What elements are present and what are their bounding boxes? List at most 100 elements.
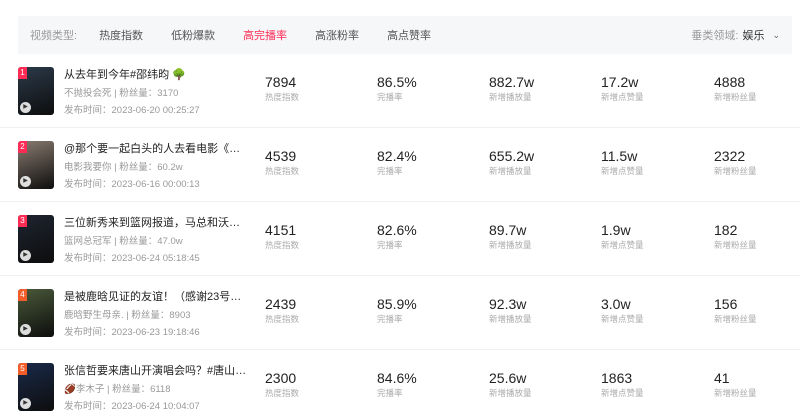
tab-high-follower-growth[interactable]: 高涨粉率 xyxy=(315,27,359,43)
publish-time: 发布时间：2023-06-20 00:25:27 xyxy=(64,105,200,116)
play-icon: ▶ xyxy=(20,324,31,335)
stat-fans: 41 新增粉丝量 xyxy=(714,370,757,399)
stat-plays-value: 92.3w xyxy=(489,296,527,312)
stat-likes-value: 1863 xyxy=(601,370,633,386)
stat-likes: 11.5w 新增点赞量 xyxy=(601,148,644,177)
tab-low-fans-hit[interactable]: 低粉爆款 xyxy=(171,27,215,43)
list-item[interactable]: 4 ▶ 是被鹿晗见证的友谊！（感谢23号我... 鹿晗野生母亲. | 粉丝量：8… xyxy=(0,276,800,350)
vertical-value: 娱乐 xyxy=(742,30,765,42)
vertical-selector[interactable]: 垂类领域: 娱乐 ⌄ xyxy=(691,27,780,43)
video-thumbnail[interactable]: 5 ▶ xyxy=(18,363,54,411)
video-title[interactable]: 从去年到今年#邵纬昀 🌳 xyxy=(64,66,249,81)
stat-likes-label: 新增点赞量 xyxy=(601,92,644,102)
video-info: 是被鹿晗见证的友谊！（感谢23号我... 鹿晗野生母亲. | 粉丝量：8903 … xyxy=(64,288,249,338)
publish-time: 发布时间：2023-06-23 19:18:46 xyxy=(64,327,200,338)
rank-badge: 2 xyxy=(18,141,27,153)
video-title[interactable]: 三位新秀来到篮网报道，马总和沃恩... xyxy=(64,214,249,229)
video-info: 从去年到今年#邵纬昀 🌳 不抛投会死 | 粉丝量：3170 发布时间：2023-… xyxy=(64,66,249,116)
video-info: @那个要一起白头的人去看电影《我... 电影我要你 | 粉丝量：60.2w 发布… xyxy=(64,140,249,190)
stat-likes-label: 新增点赞量 xyxy=(601,388,644,398)
stat-completion-value: 82.4% xyxy=(377,148,417,164)
play-icon: ▶ xyxy=(20,250,31,261)
stat-completion: 84.6% 完播率 xyxy=(377,370,417,399)
stat-heat-value: 2300 xyxy=(265,370,297,386)
stat-plays-label: 新增播放量 xyxy=(489,240,532,250)
stat-likes-value: 11.5w xyxy=(601,148,638,164)
stat-heat-value: 4151 xyxy=(265,222,297,238)
filter-bar: 视频类型: 热度指数 低粉爆款 高完播率 高涨粉率 高点赞率 垂类领域: 娱乐 … xyxy=(18,16,792,54)
stat-heat-label: 热度指数 xyxy=(265,92,300,102)
play-icon: ▶ xyxy=(20,102,31,113)
rank-badge: 5 xyxy=(18,363,27,375)
video-thumbnail[interactable]: 2 ▶ xyxy=(18,141,54,189)
stat-completion-label: 完播率 xyxy=(377,166,403,176)
stat-heat-label: 热度指数 xyxy=(265,240,300,250)
stat-likes-label: 新增点赞量 xyxy=(601,314,644,324)
tab-heat-index[interactable]: 热度指数 xyxy=(99,27,143,43)
stat-completion: 82.4% 完播率 xyxy=(377,148,417,177)
stat-plays: 655.2w 新增播放量 xyxy=(489,148,534,177)
stat-likes-label: 新增点赞量 xyxy=(601,240,644,250)
video-thumbnail[interactable]: 3 ▶ xyxy=(18,215,54,263)
stat-completion-label: 完播率 xyxy=(377,314,403,324)
author-fans: 电影我要你 | 粉丝量：60.2w xyxy=(64,162,183,173)
video-thumbnail[interactable]: 4 ▶ xyxy=(18,289,54,337)
stat-heat: 7894 热度指数 xyxy=(265,74,299,103)
video-title[interactable]: 张信哲要来唐山开演唱会吗？#唐山#... xyxy=(64,362,249,377)
stat-fans: 182 新增粉丝量 xyxy=(714,222,757,251)
stat-plays-value: 655.2w xyxy=(489,148,535,164)
stat-fans-value: 41 xyxy=(714,370,730,386)
stat-likes: 1.9w 新增点赞量 xyxy=(601,222,644,251)
stat-plays-value: 25.6w xyxy=(489,370,527,386)
list-item[interactable]: 2 ▶ @那个要一起白头的人去看电影《我... 电影我要你 | 粉丝量：60.2… xyxy=(0,128,800,202)
stat-heat-value: 4539 xyxy=(265,148,297,164)
list-item[interactable]: 5 ▶ 张信哲要来唐山开演唱会吗？#唐山#... 🏈李木子 | 粉丝量：6118… xyxy=(0,350,800,419)
stat-likes: 1863 新增点赞量 xyxy=(601,370,644,399)
rank-badge: 1 xyxy=(18,67,27,79)
stat-heat-label: 热度指数 xyxy=(265,166,300,176)
list-item[interactable]: 3 ▶ 三位新秀来到篮网报道，马总和沃恩... 篮网总冠军 | 粉丝量：47.0… xyxy=(0,202,800,276)
stat-fans-label: 新增粉丝量 xyxy=(714,166,757,176)
stat-plays-label: 新增播放量 xyxy=(489,314,532,324)
stat-heat-value: 2439 xyxy=(265,296,297,312)
stat-fans-label: 新增粉丝量 xyxy=(714,388,757,398)
stat-plays: 25.6w 新增播放量 xyxy=(489,370,532,399)
stat-completion-value: 85.9% xyxy=(377,296,417,312)
chevron-down-icon: ⌄ xyxy=(772,29,780,40)
stat-plays-label: 新增播放量 xyxy=(489,388,532,398)
stat-fans: 4888 新增粉丝量 xyxy=(714,74,757,103)
author-fans: 鹿晗野生母亲. | 粉丝量：8903 xyxy=(64,310,191,321)
stat-plays-value: 882.7w xyxy=(489,74,535,90)
list-item[interactable]: 1 ▶ 从去年到今年#邵纬昀 🌳 不抛投会死 | 粉丝量：3170 发布时间：2… xyxy=(0,54,800,128)
stat-fans-label: 新增粉丝量 xyxy=(714,240,757,250)
stat-fans-value: 4888 xyxy=(714,74,746,90)
stat-completion: 82.6% 完播率 xyxy=(377,222,417,251)
video-info: 三位新秀来到篮网报道，马总和沃恩... 篮网总冠军 | 粉丝量：47.0w 发布… xyxy=(64,214,249,264)
play-icon: ▶ xyxy=(20,398,31,409)
video-title[interactable]: 是被鹿晗见证的友谊！（感谢23号我... xyxy=(64,288,249,303)
publish-time: 发布时间：2023-06-24 05:18:45 xyxy=(64,253,200,264)
stat-completion-label: 完播率 xyxy=(377,240,403,250)
video-title[interactable]: @那个要一起白头的人去看电影《我... xyxy=(64,140,249,155)
stat-fans-value: 156 xyxy=(714,296,738,312)
stat-likes-value: 17.2w xyxy=(601,74,639,90)
stat-fans-value: 2322 xyxy=(714,148,746,164)
stat-completion-value: 86.5% xyxy=(377,74,417,90)
stat-plays-label: 新增播放量 xyxy=(489,92,532,102)
filter-label: 视频类型: xyxy=(30,30,78,42)
author-fans: 不抛投会死 | 粉丝量：3170 xyxy=(64,88,179,99)
stat-likes-value: 3.0w xyxy=(601,296,631,312)
stat-heat-label: 热度指数 xyxy=(265,314,300,324)
stat-fans: 2322 新增粉丝量 xyxy=(714,148,757,177)
stat-fans-label: 新增粉丝量 xyxy=(714,92,757,102)
tab-high-completion[interactable]: 高完播率 xyxy=(243,27,287,43)
stat-plays: 882.7w 新增播放量 xyxy=(489,74,534,103)
rank-badge: 3 xyxy=(18,215,27,227)
tab-high-like-rate[interactable]: 高点赞率 xyxy=(387,27,431,43)
stat-plays-label: 新增播放量 xyxy=(489,166,532,176)
video-thumbnail[interactable]: 1 ▶ xyxy=(18,67,54,115)
video-info: 张信哲要来唐山开演唱会吗？#唐山#... 🏈李木子 | 粉丝量：6118 发布时… xyxy=(64,362,249,412)
author-fans: 🏈李木子 | 粉丝量：6118 xyxy=(64,384,171,395)
publish-time: 发布时间：2023-06-24 10:04:07 xyxy=(64,401,200,412)
vertical-label: 垂类领域: xyxy=(691,30,739,42)
